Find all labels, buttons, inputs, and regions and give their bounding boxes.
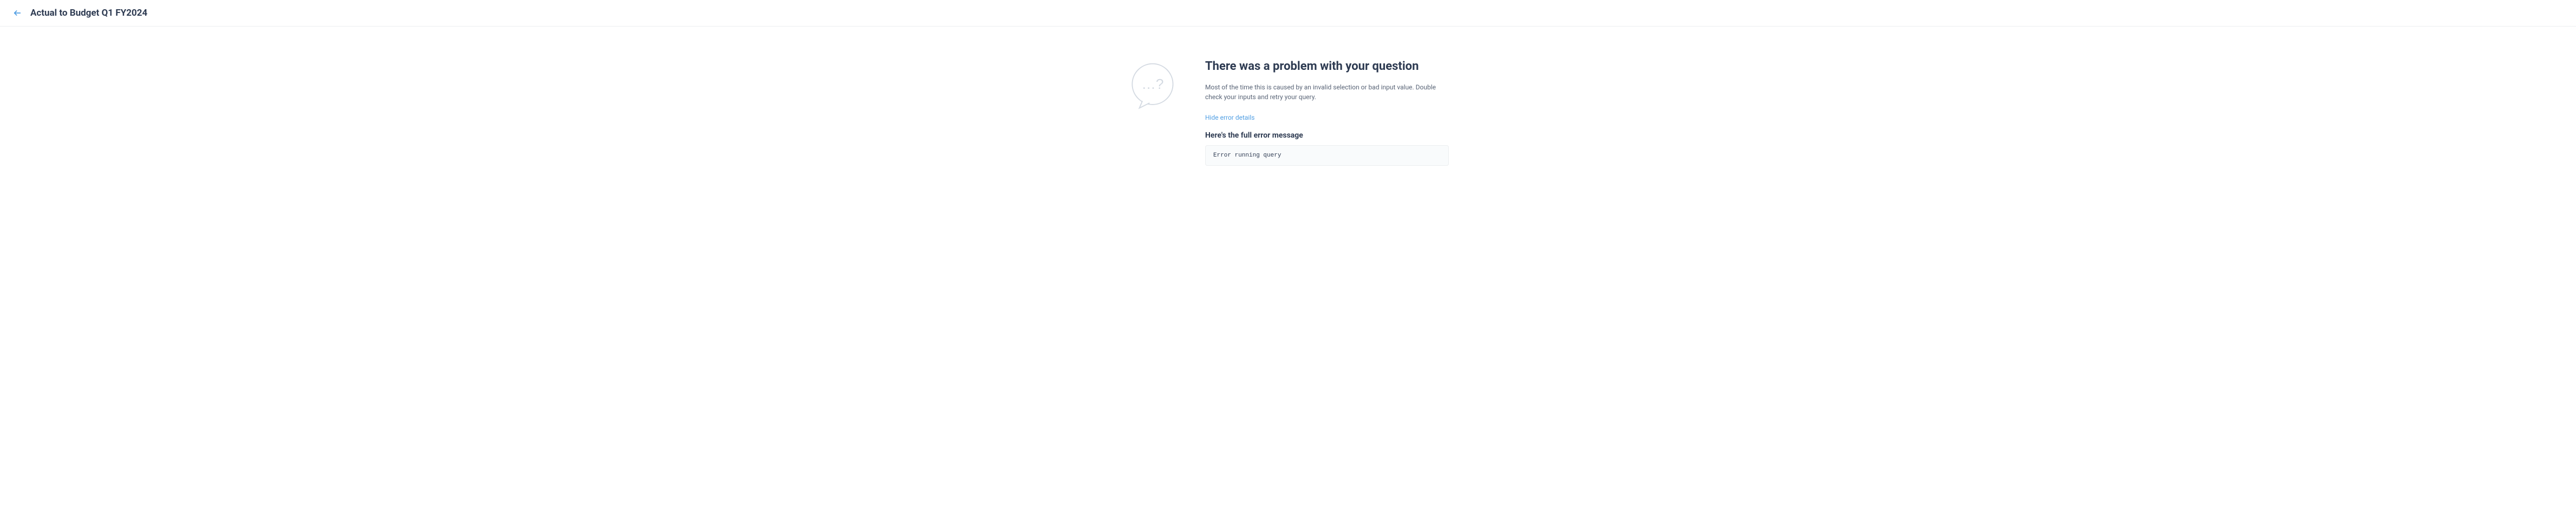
page-title: Actual to Budget Q1 FY2024	[30, 8, 147, 18]
question-bubble-icon: …?	[1127, 59, 1178, 166]
header: Actual to Budget Q1 FY2024	[0, 0, 2576, 27]
error-description: Most of the time this is caused by an in…	[1205, 82, 1449, 102]
error-content: …? There was a problem with your questio…	[963, 27, 1613, 166]
svg-text:…?: …?	[1142, 76, 1164, 92]
full-error-heading: Here's the full error message	[1205, 131, 1449, 140]
hide-error-details-link[interactable]: Hide error details	[1205, 114, 1254, 121]
back-arrow-icon[interactable]	[13, 9, 22, 17]
error-panel: There was a problem with your question M…	[1205, 59, 1449, 166]
error-message-box: Error running query	[1205, 145, 1449, 166]
error-title: There was a problem with your question	[1205, 59, 1449, 75]
